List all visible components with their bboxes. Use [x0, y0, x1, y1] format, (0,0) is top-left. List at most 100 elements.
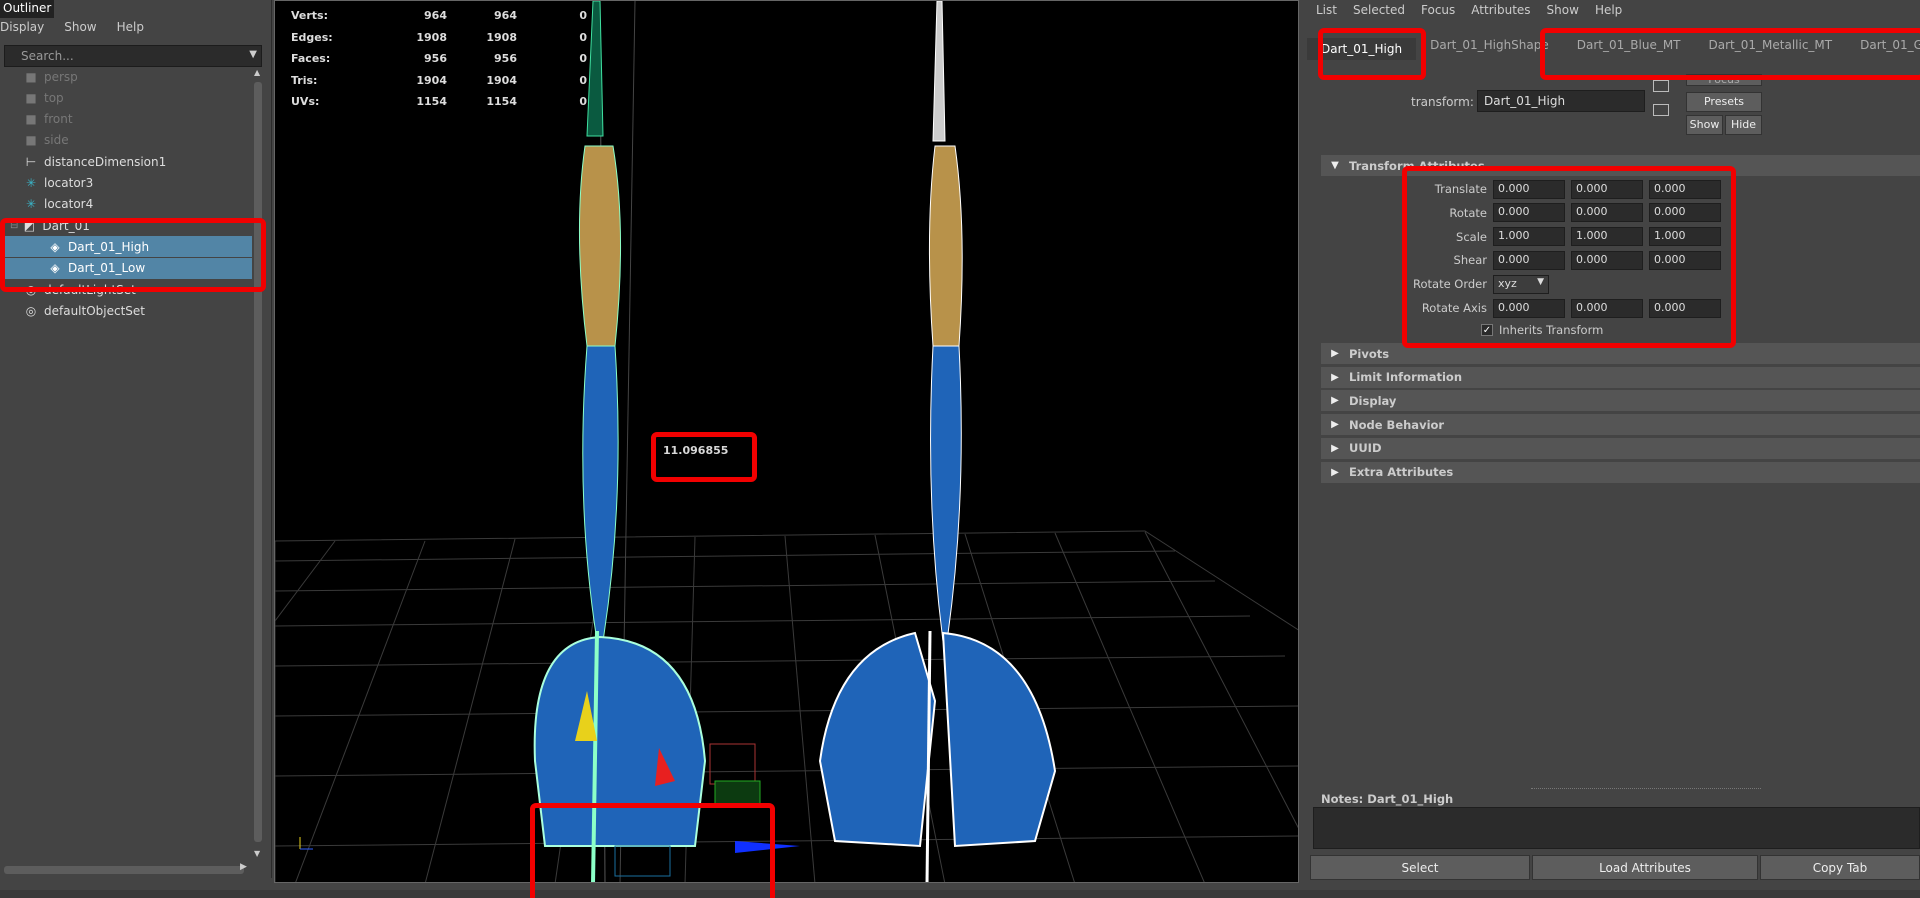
menu-help[interactable]: Help: [117, 20, 144, 36]
copy-tab-button[interactable]: Copy Tab: [1760, 855, 1920, 880]
viewport-scene: [275, 1, 1298, 882]
highlight-active-tab: [1318, 28, 1426, 80]
camera-icon: ■: [25, 90, 37, 105]
distance-icon: ⊢: [25, 154, 37, 169]
transform-name-field[interactable]: Dart_01_High: [1477, 90, 1645, 112]
highlight-transform-values: [1402, 166, 1736, 348]
menu-display[interactable]: Display: [0, 20, 44, 36]
menu-help[interactable]: Help: [1595, 3, 1622, 17]
outliner-hscroll[interactable]: [4, 866, 244, 874]
outliner-item-label: persp: [44, 69, 78, 84]
hud-stat-label: Verts:: [291, 9, 329, 22]
hud-stat-row: Tris: 1904 1904 0: [291, 70, 587, 92]
attribute-editor: List Selected Focus Attributes Show Help…: [1303, 0, 1920, 898]
presets-button[interactable]: Presets: [1686, 92, 1762, 112]
hud-stat-c: 0: [579, 95, 587, 108]
search-dropdown-icon[interactable]: ▼: [249, 49, 257, 60]
section-display[interactable]: ▶ Display: [1321, 390, 1920, 412]
outliner-item-label: locator4: [44, 197, 94, 212]
outliner-item[interactable]: ■ persp: [0, 66, 252, 87]
dart-low-model: [818, 1, 1057, 882]
expand-arrow-icon: ▶: [1331, 466, 1339, 478]
notes-label: Notes: Dart_01_High: [1321, 792, 1454, 806]
scroll-up-icon[interactable]: ▲: [254, 68, 260, 77]
time-ruler[interactable]: [0, 890, 1920, 898]
expand-arrow-icon: ▶: [1331, 371, 1339, 383]
hud-stat-b: 1904: [486, 73, 517, 87]
expand-arrow-icon: ▶: [1331, 419, 1339, 431]
outliner-item[interactable]: ■ top: [0, 87, 252, 108]
outliner-item[interactable]: ⊢ distanceDimension1: [0, 151, 252, 172]
locator-icon: ✳: [25, 176, 37, 190]
outliner-vscroll[interactable]: ▲ ▼: [254, 68, 262, 858]
outliner-item[interactable]: ◎ defaultObjectSet: [0, 300, 252, 321]
section-node-behavior[interactable]: ▶ Node Behavior: [1321, 414, 1920, 436]
section-limit-information[interactable]: ▶ Limit Information: [1321, 366, 1920, 388]
outliner-item-label: defaultObjectSet: [44, 303, 146, 318]
outliner-menubar: Display Show Help: [0, 18, 144, 38]
hud-stat-a: 956: [424, 52, 447, 65]
outliner-item-label: side: [44, 133, 69, 148]
hud-stat-row: Faces: 956 956 0: [291, 48, 587, 70]
output-connection-icon[interactable]: [1653, 104, 1669, 116]
menu-show[interactable]: Show: [64, 20, 96, 36]
highlight-material-tabs: [1540, 28, 1920, 80]
locator-icon: ✳: [25, 197, 37, 212]
hud-stat-a: 964: [424, 9, 447, 22]
highlight-outliner-selection: [0, 218, 266, 292]
scroll-thumb[interactable]: [254, 82, 262, 842]
expand-arrow-icon: ▶: [1331, 395, 1339, 407]
search-placeholder: Search...: [21, 49, 74, 63]
ae-menubar: List Selected Focus Attributes Show Help: [1316, 3, 1622, 17]
hud-stat-row: Edges: 1908 1908 0: [291, 27, 587, 49]
hud-stat-b: 1908: [486, 30, 517, 44]
outliner-item[interactable]: ■ side: [0, 130, 252, 151]
search-input[interactable]: Search... ▼: [4, 45, 262, 67]
hud-stat-b: 1154: [486, 95, 517, 108]
set-icon: ◎: [25, 303, 37, 318]
input-connection-icon[interactable]: [1653, 80, 1669, 92]
hud-stat-row: UVs: 1154 1154 0: [291, 91, 587, 113]
hud-stat-label: UVs:: [291, 95, 320, 108]
hud-stat-c: 0: [579, 9, 587, 22]
outliner-item[interactable]: ✳ locator3: [0, 173, 252, 194]
select-button[interactable]: Select: [1310, 855, 1530, 880]
menu-selected[interactable]: Selected: [1353, 3, 1405, 17]
menu-show[interactable]: Show: [1547, 3, 1579, 17]
hud-stat-c: 0: [579, 73, 587, 87]
notes-splitter[interactable]: [1531, 788, 1761, 789]
notes-textarea[interactable]: [1313, 807, 1920, 849]
camera-icon: ■: [25, 112, 37, 127]
menu-attributes[interactable]: Attributes: [1471, 3, 1530, 17]
hud-stat-b: 956: [494, 52, 517, 65]
hud-stat-c: 0: [579, 30, 587, 44]
scroll-down-icon[interactable]: ▼: [254, 849, 260, 858]
outliner-item-label: locator3: [44, 176, 94, 190]
collapse-arrow-icon: ▼: [1331, 160, 1339, 171]
camera-icon: ■: [25, 69, 37, 84]
load-attributes-button[interactable]: Load Attributes: [1532, 855, 1758, 880]
outliner-item-label: front: [44, 112, 73, 127]
section-extra-attributes[interactable]: ▶ Extra Attributes: [1321, 461, 1920, 483]
hud-stat-c: 0: [579, 52, 587, 65]
menu-list[interactable]: List: [1316, 3, 1337, 17]
transform-label: transform:: [1411, 95, 1474, 109]
hud-stat-label: Edges:: [291, 30, 333, 44]
hide-button[interactable]: Hide: [1725, 115, 1762, 135]
show-button[interactable]: Show: [1686, 115, 1723, 135]
outliner-item[interactable]: ■ front: [0, 109, 252, 130]
viewport[interactable]: Verts: 964 964 0 Edges: 1908 1908 0 Faces: 956 956…: [274, 0, 1299, 883]
scroll-right-icon[interactable]: ▶: [240, 862, 247, 872]
hud-stat-a: 1908: [416, 30, 447, 44]
hud-stat-label: Tris:: [291, 73, 318, 87]
poly-count-hud: Verts: 964 964 0 Edges: 1908 1908 0 Faces: 956 956…: [291, 5, 587, 113]
menu-focus[interactable]: Focus: [1421, 3, 1455, 17]
outliner-title: Outliner: [0, 0, 55, 18]
hud-stat-a: 1904: [416, 73, 447, 87]
hud-stat-a: 1154: [416, 95, 447, 108]
hud-stat-b: 964: [494, 9, 517, 22]
section-uuid[interactable]: ▶ UUID: [1321, 437, 1920, 459]
camera-icon: ■: [25, 133, 37, 148]
hud-stat-row: Verts: 964 964 0: [291, 5, 587, 27]
outliner-item[interactable]: ✳ locator4: [0, 194, 252, 215]
